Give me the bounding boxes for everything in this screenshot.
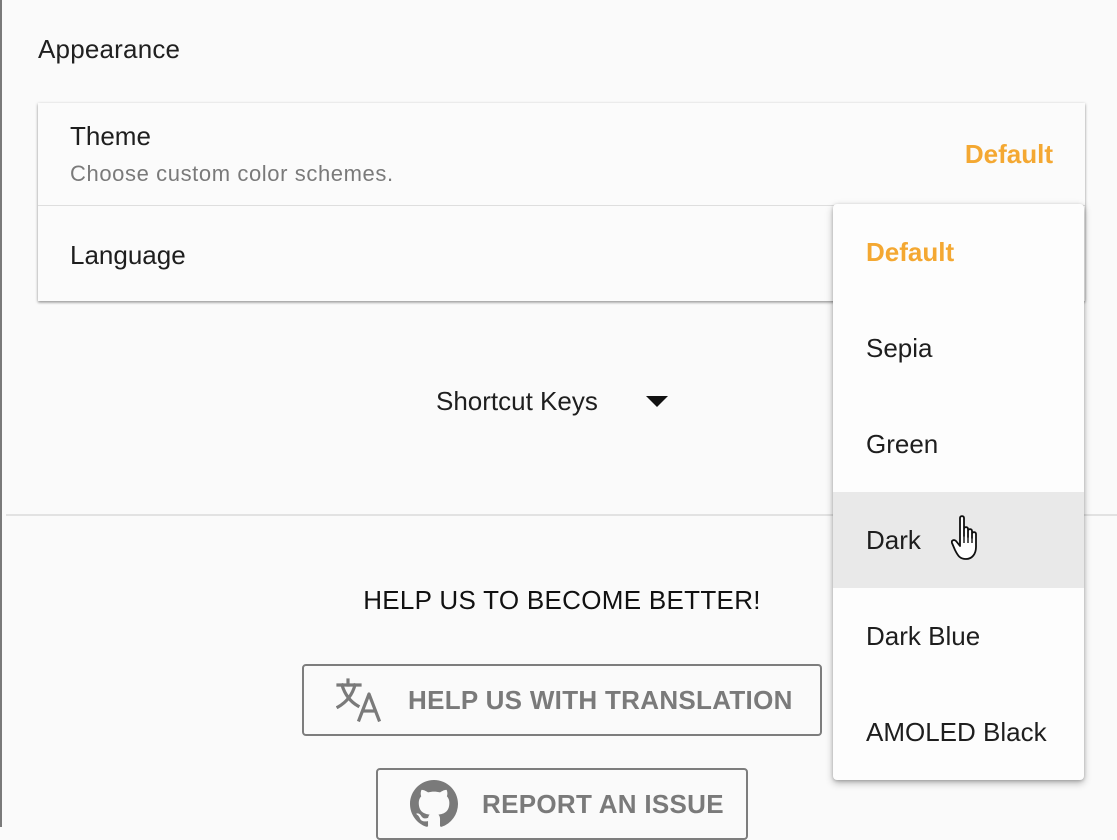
theme-option-sepia[interactable]: Sepia xyxy=(833,300,1084,396)
theme-option-dark-blue[interactable]: Dark Blue xyxy=(833,588,1084,684)
theme-label: Theme xyxy=(70,121,151,151)
theme-description: Choose custom color schemes. xyxy=(70,161,394,186)
report-issue-label: REPORT AN ISSUE xyxy=(482,788,724,819)
window-left-border xyxy=(0,0,2,827)
theme-setting-row[interactable]: Theme Choose custom color schemes. Defau… xyxy=(38,103,1085,206)
help-translation-label: HELP US WITH TRANSLATION xyxy=(408,684,793,715)
theme-option-dark[interactable]: Dark xyxy=(833,492,1084,588)
theme-option-dark-label: Dark xyxy=(866,524,921,555)
theme-option-green[interactable]: Green xyxy=(833,396,1084,492)
help-translation-button[interactable]: HELP US WITH TRANSLATION xyxy=(302,664,822,736)
hand-pointer-icon xyxy=(950,514,987,571)
report-issue-button[interactable]: REPORT AN ISSUE xyxy=(376,768,748,840)
shortcut-keys-label: Shortcut Keys xyxy=(436,386,598,416)
theme-dropdown-menu: Default Sepia Green Dark Dark Blue AMOLE… xyxy=(833,204,1084,780)
appearance-section-title: Appearance xyxy=(38,34,181,64)
theme-current-value: Default xyxy=(964,139,1053,169)
theme-option-amoled-black[interactable]: AMOLED Black xyxy=(833,684,1084,780)
translate-icon xyxy=(336,678,382,722)
theme-option-default[interactable]: Default xyxy=(833,204,1084,300)
shortcut-keys-toggle[interactable]: Shortcut Keys xyxy=(436,386,668,417)
language-label: Language xyxy=(70,240,186,270)
caret-down-icon xyxy=(645,396,668,407)
github-icon xyxy=(410,780,458,828)
